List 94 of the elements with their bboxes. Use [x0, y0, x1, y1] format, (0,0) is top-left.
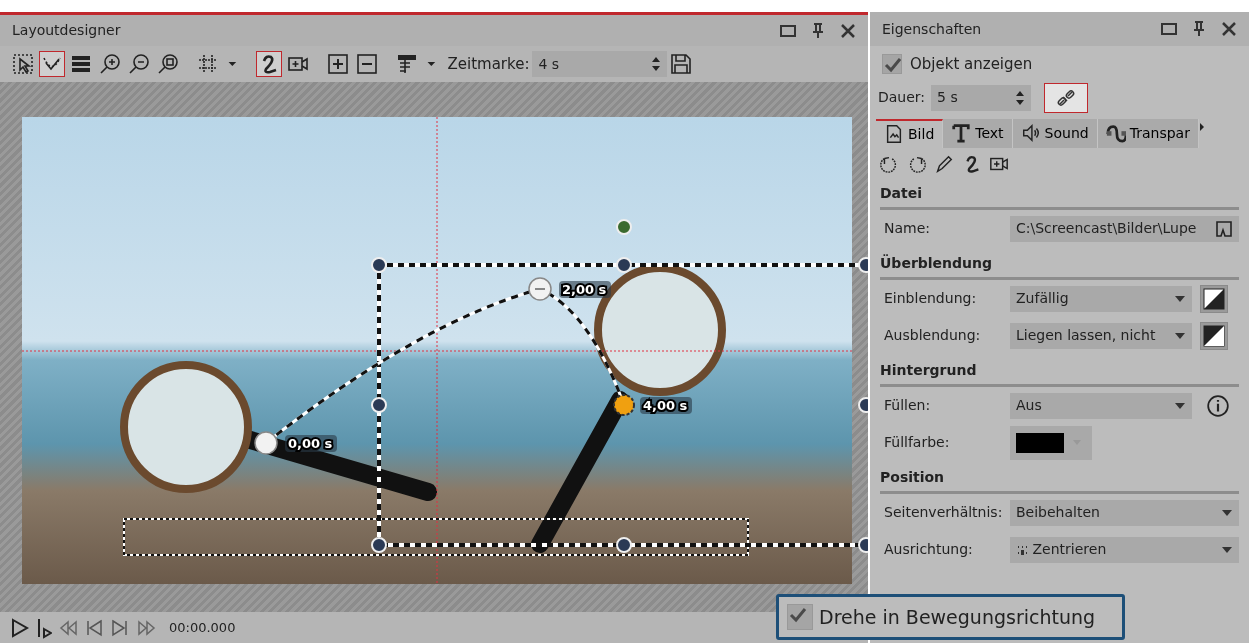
field-label: Ausblendung:	[884, 326, 982, 345]
tab[interactable]: Sound	[1012, 118, 1098, 148]
transition-icon	[1203, 324, 1225, 347]
caret-icon	[1221, 545, 1233, 554]
zoom-in-icon	[99, 53, 121, 75]
section-header: Überblendung	[880, 253, 1239, 280]
field-label: Füllen:	[884, 396, 932, 415]
time-label: 4,00 s	[643, 398, 688, 413]
transition-button[interactable]	[1200, 284, 1228, 313]
section-header: Hintergrund	[880, 360, 1239, 387]
select-icon	[12, 53, 34, 75]
field-label: Seitenverhältnis:	[884, 503, 1004, 522]
play-icon	[10, 616, 30, 639]
folder-icon	[1215, 219, 1233, 238]
rotate-handle[interactable]	[616, 219, 632, 235]
toolbar-button[interactable]	[325, 51, 351, 77]
resize-handle[interactable]	[858, 257, 868, 273]
resize-handle[interactable]	[616, 537, 632, 553]
checkbox[interactable]	[787, 604, 813, 630]
caret-icon	[1174, 401, 1186, 410]
close-icon	[840, 22, 856, 39]
checkbox-label: Drehe in Bewegungsrichtung	[819, 604, 1096, 630]
image-icon	[884, 124, 904, 144]
spinner-icon	[1015, 89, 1026, 106]
field-label: Dauer:	[878, 88, 926, 107]
section-header: Position	[880, 467, 1239, 494]
save-icon	[670, 53, 693, 75]
field-label: Einblendung:	[884, 289, 978, 308]
align-icon	[396, 53, 418, 75]
tab[interactable]: Bild	[876, 118, 944, 148]
dropdown[interactable]: Aus	[1010, 392, 1192, 419]
tab[interactable]: Transpar	[1097, 118, 1199, 148]
transition-icon	[1203, 287, 1225, 310]
file-field[interactable]: C:\Screencast\Bilder\Lupe	[1010, 215, 1239, 242]
field-label: Ausrichtung:	[884, 540, 974, 559]
info-icon	[1206, 393, 1230, 418]
pen-icon	[934, 154, 954, 174]
checkbox[interactable]	[882, 54, 902, 75]
keyframe-handle[interactable]	[254, 431, 278, 455]
keyframe-handle[interactable]	[528, 277, 552, 301]
grid-icon	[197, 53, 219, 75]
field-label: Füllfarbe:	[884, 433, 951, 452]
time-label: 2,00 s	[562, 282, 607, 297]
resize-handle[interactable]	[371, 257, 387, 273]
caret-icon	[1174, 294, 1186, 303]
pin-icon	[810, 22, 826, 39]
pin-icon	[1191, 21, 1207, 37]
text-icon	[951, 123, 972, 143]
tab[interactable]: Text	[943, 118, 1013, 148]
caret-icon	[1174, 331, 1186, 340]
rotate-left-icon	[879, 154, 899, 174]
dropdown[interactable]: Beibehalten	[1010, 499, 1239, 526]
checkbox-label: Objekt anzeigen	[910, 54, 1033, 75]
toolbar-button[interactable]	[10, 51, 36, 77]
zoom-out-icon	[128, 53, 150, 75]
duration-field[interactable]: 5 s	[931, 84, 1032, 111]
resize-handle[interactable]	[371, 397, 387, 413]
close-icon	[1221, 21, 1237, 37]
keyframe-handle[interactable]	[613, 394, 635, 416]
toolbar-button[interactable]	[39, 51, 65, 77]
plus-icon	[327, 53, 349, 75]
link-button[interactable]	[1044, 82, 1089, 113]
dropdown[interactable]: Zufällig	[1010, 285, 1192, 312]
zeitmarke-field[interactable]: 4 s	[532, 51, 668, 77]
speaker-icon	[1020, 123, 1041, 143]
minus-icon	[356, 53, 378, 75]
toolbar-button[interactable]	[354, 51, 380, 77]
tooltip-option[interactable]: Drehe in Bewegungsrichtung	[776, 594, 1125, 640]
resize-handle[interactable]	[371, 537, 387, 553]
zeitmarke-label: Zeitmarke:	[447, 53, 530, 75]
toolbar-button[interactable]	[256, 51, 282, 77]
panel-title: Eigenschaften	[882, 19, 982, 39]
check-icon	[883, 55, 901, 74]
resize-handle[interactable]	[858, 397, 868, 413]
timecode: 00:00.000	[169, 618, 236, 637]
spinner-icon	[651, 56, 662, 72]
resize-handle[interactable]	[616, 257, 632, 273]
zoom-fit-icon	[157, 53, 179, 75]
link-icon	[1056, 87, 1077, 108]
transition-button[interactable]	[1200, 321, 1228, 350]
dropdown[interactable]: Liegen lassen, nicht	[1010, 322, 1192, 349]
color-picker[interactable]	[1010, 425, 1092, 460]
maximize-icon	[1161, 21, 1177, 37]
field-label: Name:	[884, 219, 932, 238]
panel-title: Layoutdesigner	[12, 21, 121, 40]
caret-icon	[1221, 508, 1233, 517]
layers-icon	[70, 53, 92, 75]
step-play-icon	[36, 616, 52, 639]
transparency-icon	[1105, 123, 1126, 143]
section-header: Datei	[880, 183, 1239, 210]
resize-handle[interactable]	[858, 537, 868, 553]
maximize-icon	[780, 22, 796, 39]
dropdown[interactable]: Zentrieren	[1010, 536, 1239, 563]
time-label: 0,00 s	[288, 436, 333, 451]
